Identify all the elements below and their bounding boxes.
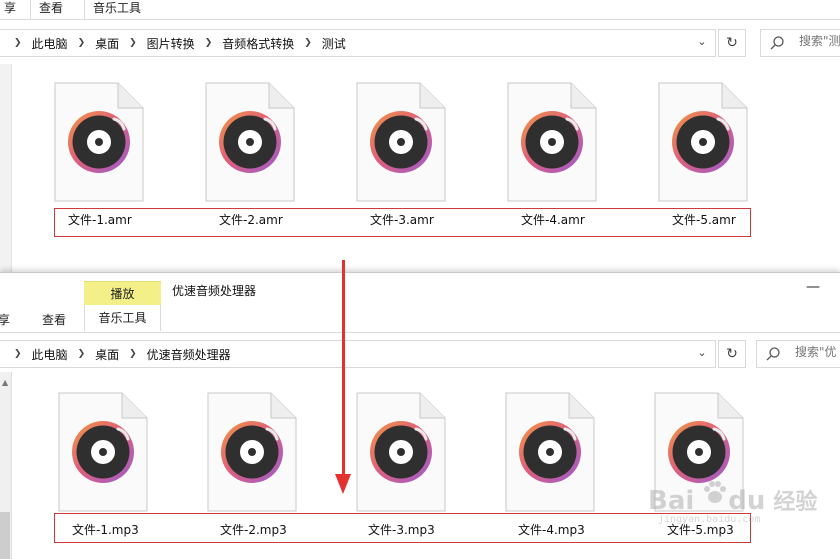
search-box[interactable] xyxy=(760,29,840,57)
search-input[interactable] xyxy=(795,345,840,359)
window-title: 优速音频处理器 xyxy=(172,284,257,298)
breadcrumb-image-convert[interactable]: 图片转换 xyxy=(143,35,199,52)
tab-play[interactable]: 播放 xyxy=(84,281,161,305)
breadcrumb-desktop[interactable]: 桌面 xyxy=(91,346,123,363)
breadcrumb-this-pc[interactable]: 此电脑 xyxy=(28,35,72,52)
music-file-icon xyxy=(658,82,748,202)
refresh-icon[interactable]: ↻ xyxy=(718,340,746,368)
breadcrumb: ❯ 此电脑 ❯ 桌面 ❯ 优速音频处理器 xyxy=(8,341,235,367)
breadcrumb-this-pc[interactable]: 此电脑 xyxy=(28,346,72,363)
breadcrumb-audio-convert[interactable]: 音频格式转换 xyxy=(218,35,298,52)
chevron-right-icon[interactable]: ❯ xyxy=(72,349,92,359)
highlight-box xyxy=(54,208,751,237)
search-icon xyxy=(770,36,784,50)
scroll-up-icon[interactable]: ▲ xyxy=(2,378,8,387)
music-file-icon xyxy=(58,392,148,512)
baidu-watermark: Bai du 经验 jingyan.baidu.com xyxy=(648,470,828,530)
tab-music-tools[interactable]: 音乐工具 xyxy=(84,305,161,331)
arrow-down-icon xyxy=(335,474,351,494)
search-box[interactable] xyxy=(756,340,840,368)
chevron-right-icon: ❯ xyxy=(14,38,22,48)
explorer-window-test: 享 查看 音乐工具 ❯ 此电脑 ❯ 桌面 ❯ 图片转换 ❯ 音频格式转换 ❯ 测… xyxy=(0,0,840,272)
address-bar-row: ❯ 此电脑 ❯ 桌面 ❯ 优速音频处理器 ⌄ ↻ xyxy=(0,333,840,375)
chevron-down-icon[interactable]: ⌄ xyxy=(690,340,714,366)
breadcrumb-test[interactable]: 测试 xyxy=(318,35,350,52)
address-bar[interactable]: ❯ 此电脑 ❯ 桌面 ❯ 优速音频处理器 xyxy=(0,340,716,368)
ribbon-tab-bar: 享 查看 音乐工具 xyxy=(0,0,840,20)
refresh-icon[interactable]: ↻ xyxy=(718,29,746,57)
chevron-down-icon[interactable]: ⌄ xyxy=(690,29,714,55)
music-file-icon xyxy=(507,82,597,202)
ribbon: 播放 音乐工具 优速音频处理器 — 享 查看 xyxy=(0,273,840,333)
chevron-right-icon[interactable]: ❯ xyxy=(72,38,92,48)
address-bar-row: ❯ 此电脑 ❯ 桌面 ❯ 图片转换 ❯ 音频格式转换 ❯ 测试 ⌄ ↻ xyxy=(0,22,840,64)
chevron-right-icon[interactable]: ❯ xyxy=(298,38,318,48)
highlight-box xyxy=(54,513,751,543)
breadcrumb-youshu[interactable]: 优速音频处理器 xyxy=(143,346,235,363)
breadcrumb-desktop[interactable]: 桌面 xyxy=(91,35,123,52)
chevron-right-icon: ❯ xyxy=(14,349,22,359)
tab-view[interactable]: 查看 xyxy=(30,0,71,20)
search-input[interactable] xyxy=(799,34,840,48)
scrollbar[interactable]: ▲ xyxy=(0,372,12,559)
tab-music-tools[interactable]: 音乐工具 xyxy=(84,0,149,20)
watermark-url: jingyan.baidu.com xyxy=(658,514,761,525)
tab-share[interactable]: 享 xyxy=(0,311,10,328)
chevron-right-icon[interactable]: ❯ xyxy=(123,38,143,48)
chevron-right-icon[interactable]: ❯ xyxy=(199,38,219,48)
music-file-icon xyxy=(54,82,144,202)
music-file-icon xyxy=(505,392,595,512)
arrow-shaft xyxy=(342,260,345,480)
music-file-icon xyxy=(205,82,295,202)
scroll-thumb[interactable] xyxy=(0,512,10,559)
music-file-icon xyxy=(356,392,446,512)
search-icon xyxy=(766,347,780,361)
tab-view[interactable]: 查看 xyxy=(42,311,66,328)
chevron-right-icon[interactable]: ❯ xyxy=(123,349,143,359)
watermark-text: Bai du 经验 xyxy=(648,486,818,516)
music-file-icon xyxy=(356,82,446,202)
paw-icon xyxy=(704,481,726,503)
navigation-pane-edge xyxy=(0,64,12,272)
music-file-icon xyxy=(207,392,297,512)
minimize-button[interactable]: — xyxy=(806,279,820,295)
tab-share[interactable]: 享 xyxy=(0,0,24,20)
address-bar[interactable]: ❯ 此电脑 ❯ 桌面 ❯ 图片转换 ❯ 音频格式转换 ❯ 测试 xyxy=(0,29,716,57)
file-list-area: 文件-1.amr 文件-2.amr 文件-3.amr 文件-4.amr 文件-5… xyxy=(0,64,840,272)
breadcrumb: ❯ 此电脑 ❯ 桌面 ❯ 图片转换 ❯ 音频格式转换 ❯ 测试 xyxy=(8,30,350,56)
